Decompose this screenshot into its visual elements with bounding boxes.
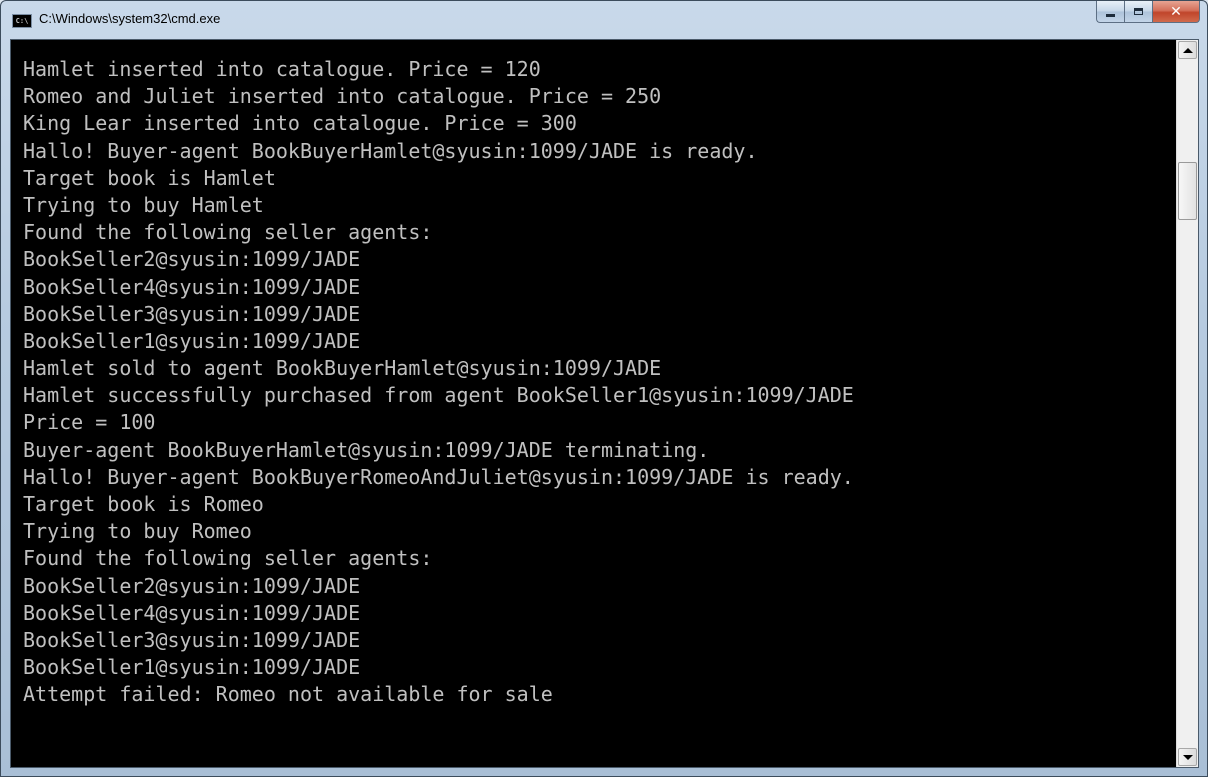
console-line: Hamlet successfully purchased from agent… — [23, 383, 854, 408]
console-line: BookSeller3@syusin:1099/JADE — [23, 301, 361, 326]
console-line: Target book is Hamlet — [23, 165, 276, 190]
console-line: BookSeller2@syusin:1099/JADE — [23, 247, 361, 272]
console-line: BookSeller1@syusin:1099/JADE — [23, 328, 361, 353]
console-line: Price = 100 — [23, 410, 156, 435]
maximize-icon — [1134, 8, 1143, 15]
console-line: Hallo! Buyer-agent BookBuyerHamlet@syusi… — [23, 138, 758, 163]
console-line: Trying to buy Romeo — [23, 519, 252, 544]
console-line: Buyer-agent BookBuyerHamlet@syusin:1099/… — [23, 437, 710, 462]
console-line: Trying to buy Hamlet — [23, 192, 264, 217]
console-output-area[interactable]: Hamlet inserted into catalogue. Price = … — [10, 39, 1199, 768]
arrow-up-icon — [1183, 48, 1193, 53]
console-line: Hamlet sold to agent BookBuyerHamlet@syu… — [23, 356, 662, 381]
console-line: BookSeller2@syusin:1099/JADE — [23, 573, 361, 598]
console-text: Hamlet inserted into catalogue. Price = … — [23, 56, 1173, 709]
console-line: Hamlet inserted into catalogue. Price = … — [23, 57, 541, 81]
console-line: BookSeller4@syusin:1099/JADE — [23, 274, 361, 299]
console-line: Romeo and Juliet inserted into catalogue… — [23, 84, 662, 109]
console-line: BookSeller3@syusin:1099/JADE — [23, 627, 361, 652]
scrollbar-thumb[interactable] — [1178, 162, 1197, 220]
console-line: Target book is Romeo — [23, 492, 264, 516]
maximize-button[interactable] — [1124, 1, 1152, 23]
title-bar[interactable]: C:\ C:\Windows\system32\cmd.exe ✕ — [1, 1, 1207, 39]
console-line: Found the following seller agents: — [23, 546, 433, 571]
vertical-scrollbar[interactable] — [1176, 40, 1198, 767]
window-title: C:\Windows\system32\cmd.exe — [39, 11, 221, 26]
close-icon: ✕ — [1170, 3, 1182, 20]
console-line: Hallo! Buyer-agent BookBuyerRomeoAndJuli… — [23, 464, 854, 489]
cmd-window: C:\ C:\Windows\system32\cmd.exe ✕ Hamlet… — [0, 0, 1208, 777]
arrow-down-icon — [1183, 755, 1193, 760]
scroll-up-button[interactable] — [1178, 41, 1197, 59]
console-line: Attempt failed: Romeo not available for … — [23, 682, 553, 707]
console-line: BookSeller1@syusin:1099/JADE — [23, 655, 361, 680]
console-line: King Lear inserted into catalogue. Price… — [23, 111, 577, 136]
scroll-down-button[interactable] — [1178, 748, 1197, 766]
close-button[interactable]: ✕ — [1152, 1, 1200, 23]
console-line: BookSeller4@syusin:1099/JADE — [23, 600, 361, 625]
cmd-icon[interactable]: C:\ — [12, 14, 32, 28]
caption-buttons: ✕ — [1096, 1, 1200, 23]
console-line: Found the following seller agents: — [23, 220, 433, 245]
minimize-button[interactable] — [1096, 1, 1124, 23]
minimize-icon — [1106, 13, 1115, 17]
